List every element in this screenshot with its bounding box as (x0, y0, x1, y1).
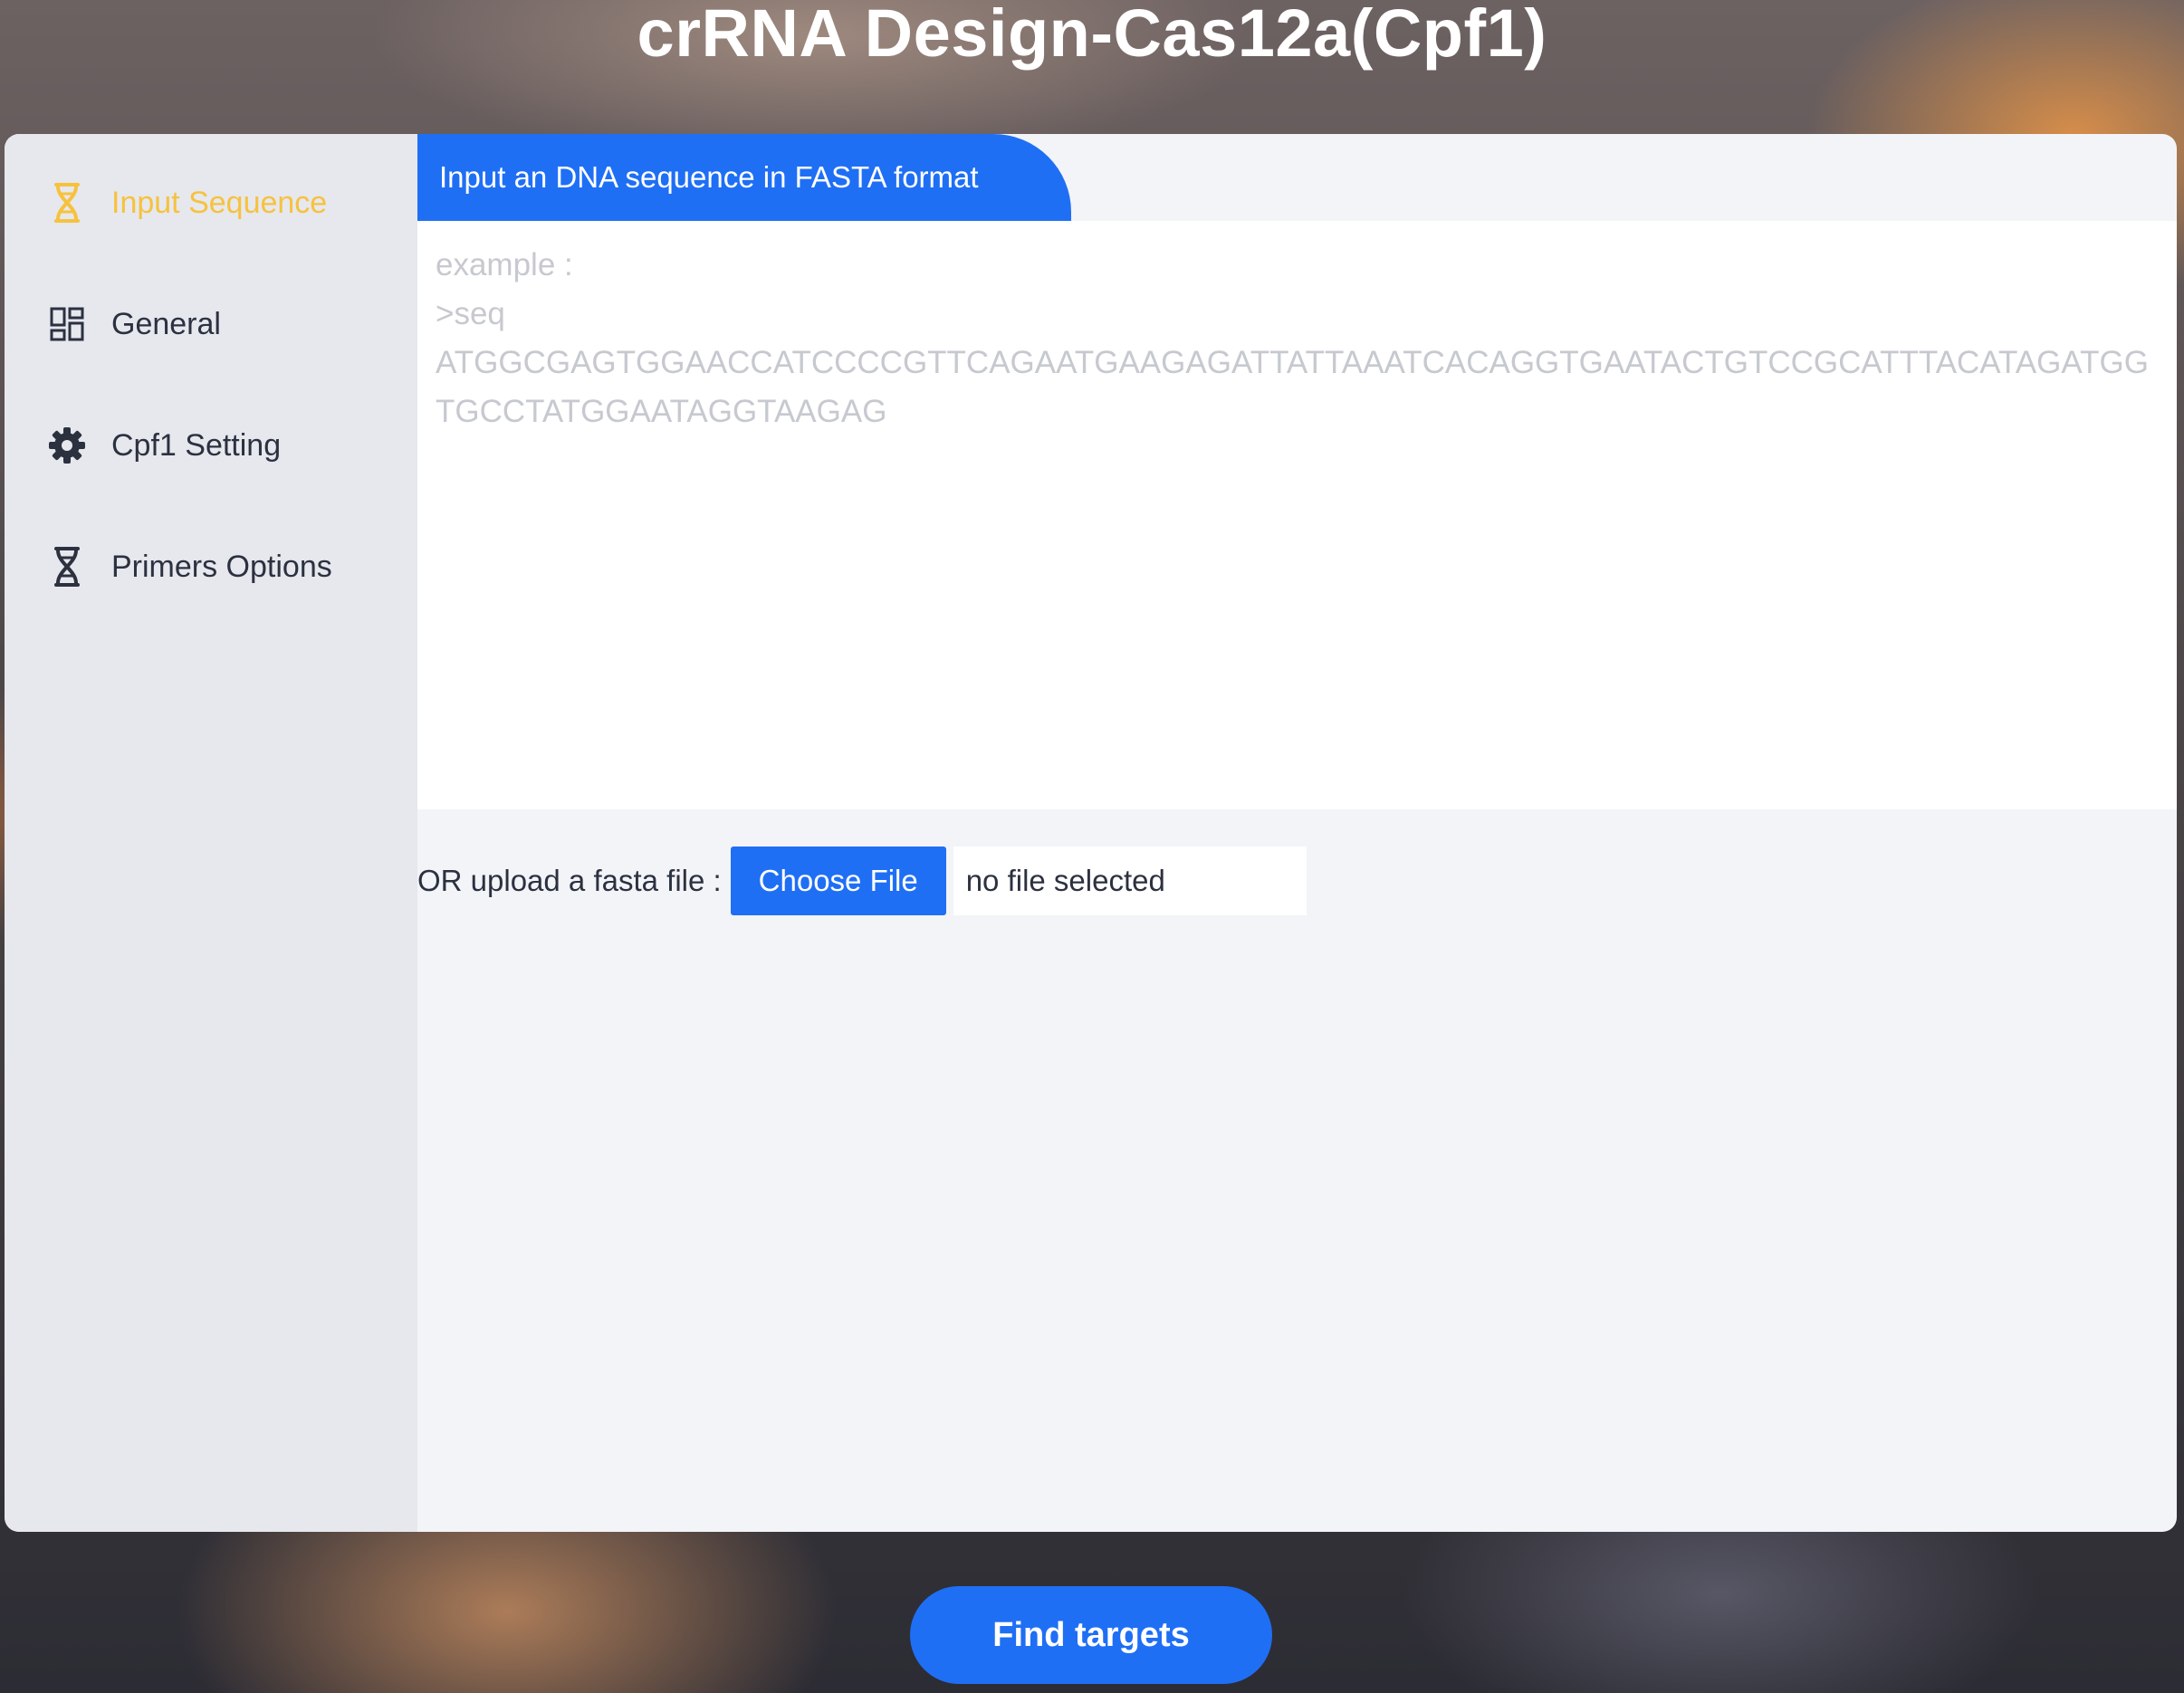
dna-icon (45, 181, 89, 225)
main-panel: Input Sequence General Cpf1 Setting Prim… (5, 134, 2177, 1532)
sidebar-item-cpf1-setting[interactable]: Cpf1 Setting (45, 418, 281, 473)
sidebar-item-label: Input Sequence (111, 185, 328, 220)
sidebar: Input Sequence General Cpf1 Setting Prim… (5, 134, 417, 1532)
file-status: no file selected (953, 846, 1307, 915)
page-background: crRNA Design-Cas12a(Cpf1) Input Sequence (0, 0, 2184, 1693)
sidebar-item-label: Primers Options (111, 549, 332, 584)
dna-icon (45, 545, 89, 588)
sidebar-item-primers-options[interactable]: Primers Options (45, 540, 332, 594)
page-title: crRNA Design-Cas12a(Cpf1) (637, 0, 1547, 71)
upload-row: OR upload a fasta file : Choose File no … (417, 846, 1307, 915)
sidebar-item-label: Cpf1 Setting (111, 427, 282, 463)
sidebar-item-label: General (111, 306, 221, 341)
sidebar-item-input-sequence[interactable]: Input Sequence (45, 176, 327, 230)
sidebar-item-general[interactable]: General (45, 297, 221, 351)
upload-label: OR upload a fasta file : (417, 864, 722, 897)
gear-icon (45, 424, 89, 467)
tab-input-sequence[interactable]: Input an DNA sequence in FASTA format (417, 134, 1071, 221)
sequence-input[interactable] (417, 221, 2177, 809)
choose-file-button[interactable]: Choose File (730, 846, 946, 915)
dashboard-grid-icon (45, 302, 89, 346)
find-targets-button[interactable]: Find targets (910, 1586, 1272, 1684)
content-area: Input an DNA sequence in FASTA format OR… (417, 134, 2177, 1532)
